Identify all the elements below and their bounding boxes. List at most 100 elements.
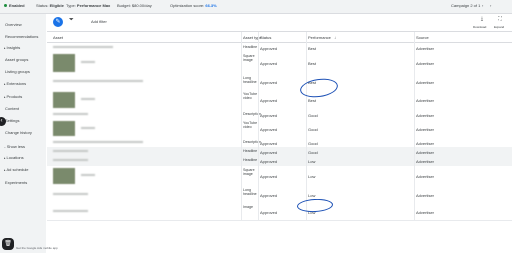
asset-type-cell: Square image	[243, 168, 255, 176]
status-cell: Approved	[260, 113, 278, 118]
asset-type-cell: Square image	[243, 54, 255, 62]
budget-value[interactable]: Budget: $80.00/day	[117, 3, 152, 8]
sidebar-item-label: Products	[6, 94, 23, 99]
column-divider	[241, 32, 242, 220]
source-cell: Advertiser	[416, 61, 435, 66]
sidebar-item[interactable]: ▸Locations	[4, 155, 24, 160]
header-performance[interactable]: Performance	[308, 35, 331, 40]
filter-icon[interactable]: ⏷	[69, 17, 74, 24]
status-cell: Approved	[260, 141, 278, 146]
trash-icon[interactable]: 🗑	[2, 238, 14, 250]
status-group: Status: Eligible	[36, 3, 64, 8]
asset-type-cell: Image	[243, 205, 253, 209]
performance-cell: Best	[308, 61, 317, 66]
status-cell: Approved	[260, 193, 278, 198]
asset-thumbnail[interactable]	[53, 92, 75, 108]
sort-arrow-icon[interactable]: ↓	[334, 35, 336, 40]
source-cell: Advertiser	[416, 113, 435, 118]
sidebar-item[interactable]: Listing groups	[4, 69, 30, 74]
expand-label: Expand	[494, 25, 505, 29]
table-row[interactable]: Image Approved Low Advertiser	[47, 203, 512, 221]
edit-pencil-icon[interactable]: ✎	[53, 17, 63, 27]
enabled-indicator[interactable]: Enabled	[4, 3, 25, 8]
asset-type-cell: Description	[243, 140, 261, 144]
sidebar-item[interactable]: ▸Extensions	[4, 81, 26, 86]
performance-cell: Good	[308, 141, 318, 146]
asset-type-cell: Description	[243, 112, 261, 116]
pager-prev-icon[interactable]: ‹	[482, 3, 483, 8]
column-divider	[258, 32, 259, 220]
mobile-app-promo[interactable]: Get the Google Ads mobile app	[16, 246, 58, 250]
sidebar-item-label: Content	[5, 106, 20, 111]
sidebar-item[interactable]: −Show less	[4, 144, 25, 149]
header-source[interactable]: Source	[416, 35, 429, 40]
add-filter-button[interactable]: Add filter	[91, 19, 107, 24]
sidebar-item[interactable]: Recommendations	[4, 34, 38, 39]
sidebar-item[interactable]: ▸Products	[4, 94, 22, 99]
expand-arrow-icon: ▸	[4, 46, 6, 50]
status-cell: Approved	[260, 80, 278, 85]
status-label: Status:	[36, 3, 49, 8]
asset-type-cell: Long headline	[243, 76, 257, 84]
table-row[interactable]: YouTube video Approved Good Advertiser	[47, 119, 512, 139]
asset-thumbnail[interactable]	[53, 168, 75, 184]
asset-caption-blurred	[81, 127, 95, 129]
sidebar-item[interactable]: Overview	[4, 22, 22, 27]
table-row[interactable]: Long headline Approved Low Advertiser	[47, 186, 512, 204]
campaign-pager[interactable]: Campaign 2 of 1	[451, 3, 480, 8]
enabled-label: Enabled	[9, 3, 25, 8]
header-status[interactable]: Status	[260, 35, 271, 40]
table-row[interactable]: Square image Approved Best Advertiser	[47, 52, 512, 75]
performance-cell: Low	[308, 174, 316, 179]
status-cell: Approved	[260, 174, 278, 179]
sidebar-item-label: Change history	[5, 130, 32, 135]
table-row[interactable]: YouTube video Approved Best Advertiser	[47, 90, 512, 111]
expand-arrow-icon: −	[4, 145, 6, 149]
sidebar-item-label: Extensions	[6, 81, 27, 86]
asset-caption-blurred	[81, 174, 95, 176]
asset-thumbnail[interactable]	[53, 54, 75, 72]
performance-cell: Low	[308, 193, 316, 198]
sidebar-item[interactable]: Asset groups	[4, 57, 28, 62]
sidebar-item-label: Listing groups	[5, 69, 30, 74]
sidebar-item[interactable]: Experiments	[4, 180, 27, 185]
status-cell: Approved	[260, 98, 278, 103]
sidebar-item[interactable]: ▸Insights	[4, 45, 20, 50]
download-icon[interactable]: ⤓	[475, 16, 489, 22]
expand-arrow-icon: ▸	[4, 168, 6, 172]
sidebar-item-label: Insights	[6, 45, 21, 50]
table-row[interactable]: Square image Approved Low Advertiser	[47, 166, 512, 187]
asset-text-blurred	[53, 210, 88, 212]
pager-next-icon[interactable]: ›	[490, 3, 491, 8]
status-value: Eligible	[49, 3, 64, 8]
expand-arrow-icon: ▸	[4, 95, 6, 99]
download-label: Download	[473, 25, 487, 29]
status-cell: Approved	[260, 159, 278, 164]
sidebar-item[interactable]: Content	[4, 106, 19, 111]
source-cell: Advertiser	[416, 159, 435, 164]
optimization-value: 66.3%	[205, 3, 217, 8]
performance-cell: Best	[308, 98, 317, 103]
optimization-label: Optimization score:	[170, 3, 205, 8]
asset-text-blurred	[53, 113, 88, 115]
source-cell: Advertiser	[416, 98, 435, 103]
status-cell: Approved	[260, 46, 278, 51]
asset-type-cell: Headline	[243, 158, 258, 162]
status-cell: Approved	[260, 210, 278, 215]
sidebar-item-label: Experiments	[5, 180, 28, 185]
optimization-group[interactable]: Optimization score: 66.3%	[170, 3, 217, 8]
sidebar-item-label: Show less	[6, 144, 25, 149]
status-cell: Approved	[260, 61, 278, 66]
header-asset[interactable]: Asset	[53, 35, 63, 40]
asset-thumbnail[interactable]	[53, 121, 75, 136]
sidebar-item[interactable]: Settings	[4, 118, 19, 123]
sidebar-item[interactable]: Change history	[4, 130, 32, 135]
column-divider	[306, 32, 307, 220]
source-cell: Advertiser	[416, 80, 435, 85]
expand-icon[interactable]: ⛶	[493, 16, 507, 22]
table-row[interactable]: Long headline Approved Best Advertiser	[47, 74, 512, 91]
sidebar-item[interactable]: ▸Ad schedule	[4, 167, 29, 172]
performance-cell: Good	[308, 150, 318, 155]
source-cell: Advertiser	[416, 127, 435, 132]
asset-text-blurred	[53, 46, 113, 48]
